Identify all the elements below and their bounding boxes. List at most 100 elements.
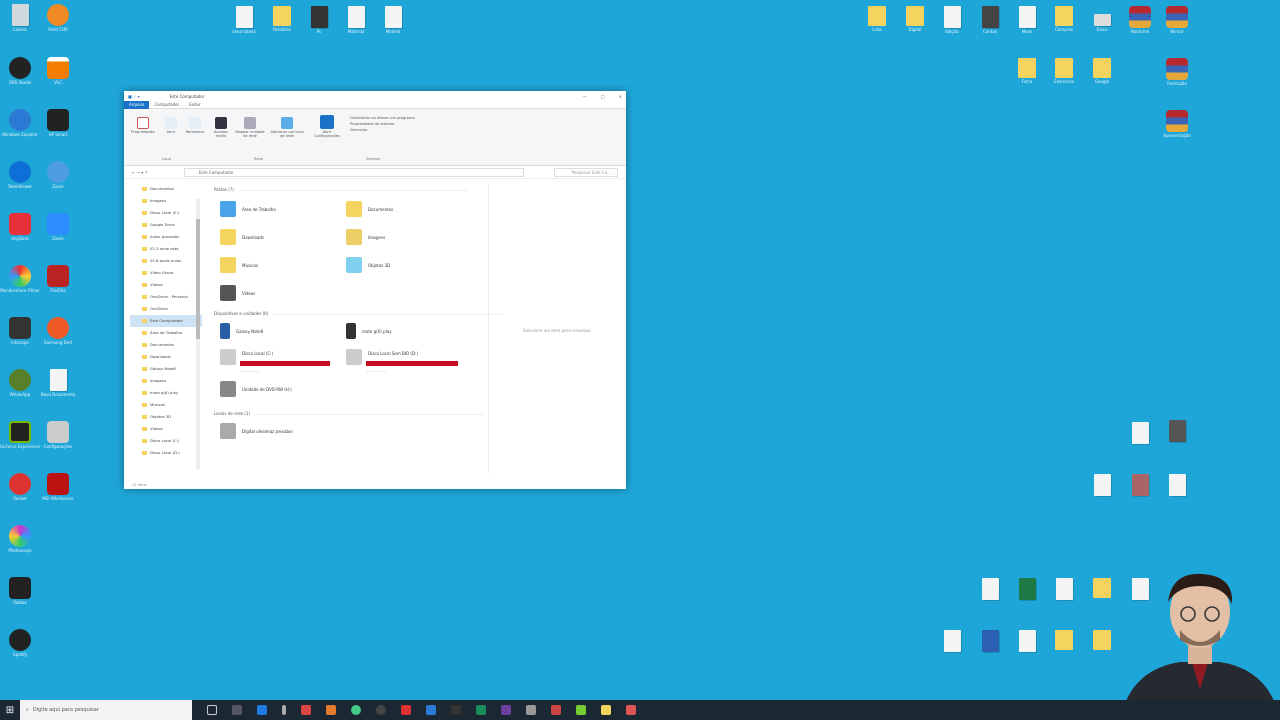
desktop-icon[interactable]: Relatório <box>262 6 302 32</box>
nav-item[interactable]: OneDrive - Personal <box>130 291 202 303</box>
nav-item[interactable]: Disco Local (D:) <box>130 447 202 459</box>
desktop-icon[interactable]: VLC <box>38 57 78 85</box>
desktop-icon[interactable]: Digital <box>895 6 935 32</box>
desktop-icon[interactable]: Winrar <box>1157 6 1197 34</box>
desktop-icon[interactable] <box>970 578 1010 600</box>
desktop-icon[interactable]: WhatsApp <box>0 369 40 397</box>
properties-button[interactable]: Propriedades <box>128 117 158 134</box>
desktop-icon[interactable]: Roblox <box>0 577 40 605</box>
edge-icon[interactable] <box>257 705 267 715</box>
folder-item[interactable]: Downloads <box>220 229 264 245</box>
folder-item[interactable]: Imagens <box>346 229 385 245</box>
desktop-icon[interactable]: Modelo <box>373 6 413 34</box>
desktop-icon[interactable] <box>932 630 972 652</box>
desktop-icon[interactable]: Spotify <box>0 629 40 657</box>
windows-start-icon[interactable]: ⊞ <box>0 700 20 720</box>
tab-exibir[interactable]: Exibir <box>184 101 205 109</box>
nav-item[interactable]: Vídeos <box>130 423 202 435</box>
section-header[interactable]: Pastas (7) <box>214 187 468 192</box>
desktop-icon[interactable]: Google <box>1082 58 1122 84</box>
desktop-icon[interactable] <box>1120 422 1160 444</box>
desktop-icon[interactable]: MSI Afterburner <box>38 473 78 501</box>
desktop-icon[interactable]: Disco <box>1082 6 1122 32</box>
desktop-icon[interactable] <box>1157 474 1197 496</box>
close-icon[interactable]: ✕ <box>619 94 622 99</box>
desktop-icon[interactable] <box>1007 578 1047 600</box>
desktop-icon[interactable]: Contas <box>970 6 1010 34</box>
chrome-icon[interactable] <box>351 705 361 715</box>
desktop-icon[interactable] <box>1007 630 1047 652</box>
desktop-icon[interactable] <box>1082 630 1122 650</box>
search-input[interactable]: Pesquisar Este Co... <box>553 167 618 177</box>
desktop-icon[interactable] <box>1082 578 1122 598</box>
nav-item[interactable]: Documentos <box>130 339 202 351</box>
desktop-icon[interactable]: Lista <box>857 6 897 32</box>
folder-item[interactable]: Documentos <box>346 201 393 217</box>
taskbar-search[interactable]: ⌕ Digite aqui para pesquisar <box>20 700 192 720</box>
desktop-icon[interactable]: Exercícios <box>1044 58 1084 84</box>
minimize-icon[interactable]: — <box>583 94 587 99</box>
desktop-icon[interactable]: Lixeira <box>0 4 40 32</box>
desktop-icon[interactable]: Configurações <box>38 421 78 449</box>
folder-item[interactable]: Músicas <box>220 257 258 273</box>
device-item[interactable]: moto g(6) play <box>346 323 392 339</box>
app-icon[interactable] <box>401 705 411 715</box>
nav-item[interactable]: Disco Local (E:) <box>130 207 202 219</box>
address-bar[interactable]: Este Computador <box>183 167 524 177</box>
nav-item[interactable]: moto g(6) play <box>130 387 202 399</box>
desktop-icon[interactable]: Rocket <box>0 473 40 501</box>
desktop-icon[interactable]: Inkscape <box>0 317 40 345</box>
nav-item[interactable]: Imagens <box>130 375 202 387</box>
nav-scrollbar[interactable] <box>196 199 200 469</box>
explorer-window[interactable]: ■ ✓ ▾ Este Computador — □ ✕ Arquivo Comput… <box>124 91 626 489</box>
desktop-icon[interactable]: Paint CHR <box>38 4 78 32</box>
nav-arrows-icon[interactable]: ← → ▾ ↑ <box>132 170 148 175</box>
desktop-icon[interactable]: Meus <box>1007 6 1047 34</box>
desktop-icon[interactable]: OBS Studio <box>0 57 40 85</box>
app-icon[interactable] <box>576 705 586 715</box>
desktop-icon[interactable]: Material <box>336 6 376 34</box>
desktop-icon[interactable]: Zoom <box>38 213 78 241</box>
app-icon[interactable] <box>526 705 536 715</box>
maximize-icon[interactable]: □ <box>601 94 605 99</box>
task-view-icon[interactable] <box>207 705 217 715</box>
desktop-icon[interactable]: Samsung DeX <box>38 317 78 345</box>
desktop-icon[interactable]: Pc <box>299 6 339 34</box>
nav-item[interactable]: Este Computador <box>130 315 202 327</box>
desktop-icon[interactable]: Novo Documento <box>38 369 78 397</box>
desktop-icon[interactable] <box>970 630 1010 652</box>
map-drive-button[interactable]: Mapear unidade de rede <box>234 117 266 138</box>
nav-item[interactable]: Área de Trabalho <box>130 327 202 339</box>
desktop-icon[interactable]: Compras <box>1044 6 1084 32</box>
nav-item[interactable]: Vídeos <box>130 279 202 291</box>
desktop-icon[interactable]: GeForce Experience <box>0 421 40 449</box>
device-item[interactable]: Galaxy Note8 <box>220 323 263 339</box>
desktop-icon[interactable]: Edição <box>932 6 972 34</box>
nav-item[interactable]: 02.6 quais aulas <box>130 255 202 267</box>
obs-icon[interactable] <box>376 705 386 715</box>
desktop-icon[interactable]: Zoom <box>38 161 78 189</box>
desktop-icon[interactable]: Formação <box>1157 58 1197 86</box>
desktop-icon[interactable]: Photoscape <box>0 525 40 553</box>
app-icon[interactable] <box>551 705 561 715</box>
app-icon[interactable] <box>451 705 461 715</box>
section-header[interactable]: Locais de rede (1) <box>214 411 484 416</box>
mic-icon[interactable] <box>282 705 286 715</box>
add-network-button[interactable]: Adicionar um local de rede <box>270 117 304 138</box>
app-icon[interactable] <box>301 705 311 715</box>
drive-item[interactable]: Unidade de DVD-RW (H:) <box>220 381 292 397</box>
manage-button[interactable]: Gerenciar <box>350 127 415 133</box>
media-button[interactable]: Acessar mídia <box>210 117 232 138</box>
desktop-icon[interactable]: Windows Explorer <box>0 109 40 137</box>
nav-item[interactable]: Downloads <box>130 351 202 363</box>
desktop-icon[interactable] <box>1044 578 1084 600</box>
nav-item[interactable]: Objetos 3D <box>130 411 202 423</box>
folder-item[interactable]: Área de Trabalho <box>220 201 276 217</box>
nav-item[interactable]: Aulas gravadas <box>130 231 202 243</box>
app-icon[interactable] <box>426 705 436 715</box>
desktop-icon[interactable] <box>1044 630 1084 650</box>
desktop-icon[interactable]: HP Smart <box>38 109 78 137</box>
folder-item[interactable]: Vídeos <box>220 285 255 301</box>
nav-item[interactable]: 02.3 onde está <box>130 243 202 255</box>
open-button[interactable]: Abrir <box>160 117 182 134</box>
